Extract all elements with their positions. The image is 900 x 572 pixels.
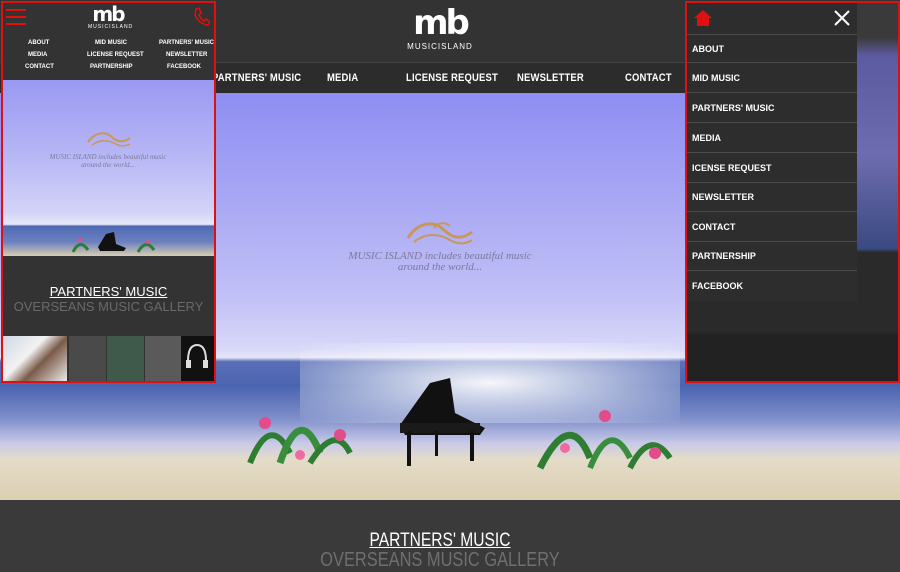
phone-icon[interactable] [193,7,210,26]
mobile-hero-banner: MUSIC ISLAND includes beautiful music ar… [3,80,214,256]
mobile-preview-right: ABOUT MID MUSIC PARTNERS' MUSIC MEDIA IC… [685,1,900,383]
nav-contact[interactable]: CONTACT [625,63,672,94]
mobile-preview-left: mb MUSICISLAND ABOUT MID MUSIC PARTNERS'… [1,1,216,383]
thumbnail-4[interactable] [145,336,182,381]
close-icon[interactable] [833,9,851,27]
nav-partners-music[interactable]: PARTNERS' MUSIC [212,63,301,94]
menu-item-facebook[interactable]: FACEBOOK [687,272,857,301]
mobile-section-subtitle: OVERSEANS MUSIC GALLERY [13,299,204,314]
hamburger-icon[interactable] [6,9,26,25]
mnav-contact[interactable]: CONTACT [25,64,54,70]
mnav-media[interactable]: MEDIA [28,52,47,58]
mnav-mid-music[interactable]: MID MUSIC [95,40,127,46]
mnav-newsletter[interactable]: NEWSLETTER [166,52,207,58]
thumbnail-3[interactable] [107,336,144,381]
headphones-icon [186,343,208,368]
menu-item-contact[interactable]: CONTACT [687,213,857,242]
piano-flowers-icon [71,232,156,253]
thumbnail-2[interactable] [69,336,106,381]
mnav-about[interactable]: ABOUT [28,40,49,46]
nav-media[interactable]: MEDIA [327,63,358,94]
swirl-emblem-icon [406,222,473,245]
mobile-section-title[interactable]: PARTNERS' MUSIC [3,284,214,299]
swirl-emblem-icon [87,132,131,147]
mnav-partnership[interactable]: PARTNERSHIP [90,64,133,70]
thumbnail-1[interactable] [3,336,67,381]
mnav-facebook[interactable]: FACEBOOK [167,64,201,70]
menu-item-mid-music[interactable]: MID MUSIC [687,64,857,93]
mobile-logo[interactable]: mb MUSICISLAND [88,4,132,30]
nav-newsletter[interactable]: NEWSLETTER [517,63,584,94]
mnav-partners-music[interactable]: PARTNERS' MUSIC [159,40,214,46]
nav-license-request[interactable]: LICENSE REQUEST [406,63,498,94]
menu-item-partnership[interactable]: PARTNERSHIP [687,242,857,271]
logo-mark: mb [413,3,470,43]
home-icon[interactable] [693,9,713,27]
site-logo[interactable]: mb MUSICISLAND [405,6,475,51]
hero-tagline: MUSIC ISLAND includes beautiful music ar… [348,250,532,273]
menu-item-media[interactable]: MEDIA [687,124,857,153]
menu-item-partners-music[interactable]: PARTNERS' MUSIC [687,94,857,123]
section-subtitle: OVERSEANS MUSIC GALLERY [320,549,560,571]
mnav-license-request[interactable]: LICENSE REQUEST [87,52,144,58]
menu-item-about[interactable]: ABOUT [687,34,857,63]
menu-item-license-request[interactable]: ICENSE REQUEST [687,154,857,183]
logo-text: MUSICISLAND [407,42,473,51]
flowers-left-icon [247,417,353,465]
mobile-hero-tagline: MUSIC ISLAND includes beautiful music ar… [49,153,167,169]
grand-piano-icon [400,378,485,466]
menu-item-newsletter[interactable]: NEWSLETTER [687,183,857,212]
mobile-nav: ABOUT MID MUSIC PARTNERS' MUSIC MEDIA LI… [3,35,214,77]
thumbnail-5[interactable] [181,336,214,381]
flowers-right-icon [536,410,673,470]
slide-menu: ABOUT MID MUSIC PARTNERS' MUSIC MEDIA IC… [687,3,857,301]
